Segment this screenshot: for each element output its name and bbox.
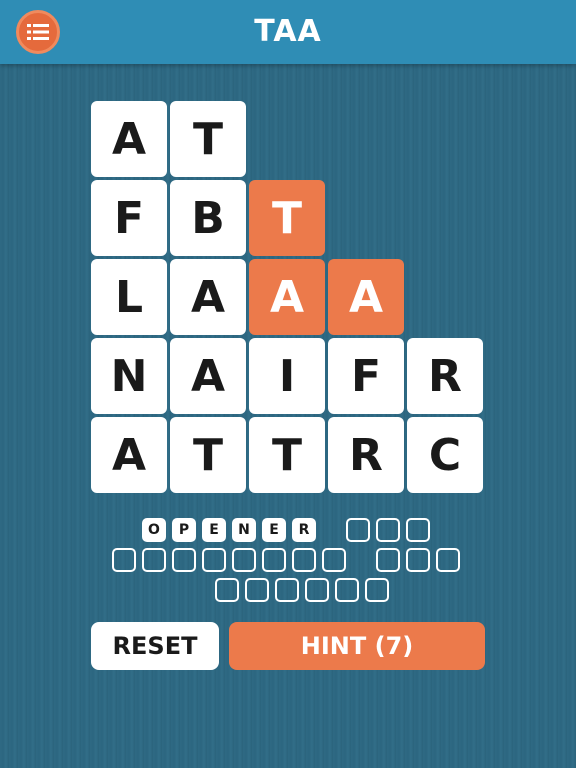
answer-slot xyxy=(112,548,136,572)
reset-button[interactable]: RESET xyxy=(91,622,219,670)
answer-slot xyxy=(406,518,430,542)
answer-slot xyxy=(142,548,166,572)
empty-cell xyxy=(407,259,483,335)
empty-cell xyxy=(328,101,404,177)
answer-slot xyxy=(215,578,239,602)
letter-tile[interactable]: A xyxy=(170,259,246,335)
answer-slot xyxy=(436,548,460,572)
answer-slot xyxy=(305,578,329,602)
answer-slot xyxy=(346,518,370,542)
answer-slot xyxy=(292,548,316,572)
letter-tile[interactable]: N xyxy=(91,338,167,414)
answer-slot xyxy=(406,548,430,572)
answer-letter: N xyxy=(232,518,256,542)
letter-grid: ATFBTLAAANAIFRATTRC xyxy=(91,101,483,493)
letter-tile[interactable]: F xyxy=(91,180,167,256)
answer-slot xyxy=(335,578,359,602)
answer-slot xyxy=(322,548,346,572)
answer-letter: R xyxy=(292,518,316,542)
letter-tile[interactable]: B xyxy=(170,180,246,256)
letter-tile[interactable]: A xyxy=(170,338,246,414)
answer-slot xyxy=(202,548,226,572)
letter-tile[interactable]: L xyxy=(91,259,167,335)
letter-tile[interactable]: A xyxy=(249,259,325,335)
answer-slot xyxy=(376,518,400,542)
answer-slot xyxy=(232,548,256,572)
answer-slot xyxy=(365,578,389,602)
top-bar: TAA xyxy=(0,0,576,64)
letter-tile[interactable]: A xyxy=(91,417,167,493)
answer-slot xyxy=(275,578,299,602)
answer-slot xyxy=(262,548,286,572)
letter-tile[interactable]: T xyxy=(170,417,246,493)
letter-tile[interactable]: T xyxy=(170,101,246,177)
empty-cell xyxy=(328,180,404,256)
letter-tile[interactable]: R xyxy=(407,338,483,414)
current-word-title: TAA xyxy=(254,14,322,49)
empty-cell xyxy=(249,101,325,177)
empty-cell xyxy=(407,101,483,177)
letter-tile[interactable]: A xyxy=(91,101,167,177)
hint-button[interactable]: HINT (7) xyxy=(229,622,485,670)
letter-tile[interactable]: T xyxy=(249,417,325,493)
answer-letter: E xyxy=(262,518,286,542)
letter-tile[interactable]: F xyxy=(328,338,404,414)
answer-slot xyxy=(376,548,400,572)
empty-cell xyxy=(407,180,483,256)
letter-tile[interactable]: I xyxy=(249,338,325,414)
letter-tile[interactable]: C xyxy=(407,417,483,493)
answer-letter: E xyxy=(202,518,226,542)
letter-tile[interactable]: A xyxy=(328,259,404,335)
answer-slot xyxy=(245,578,269,602)
answer-letter: O xyxy=(142,518,166,542)
answer-slot xyxy=(172,548,196,572)
letter-tile[interactable]: T xyxy=(249,180,325,256)
letter-tile[interactable]: R xyxy=(328,417,404,493)
answer-letter: P xyxy=(172,518,196,542)
